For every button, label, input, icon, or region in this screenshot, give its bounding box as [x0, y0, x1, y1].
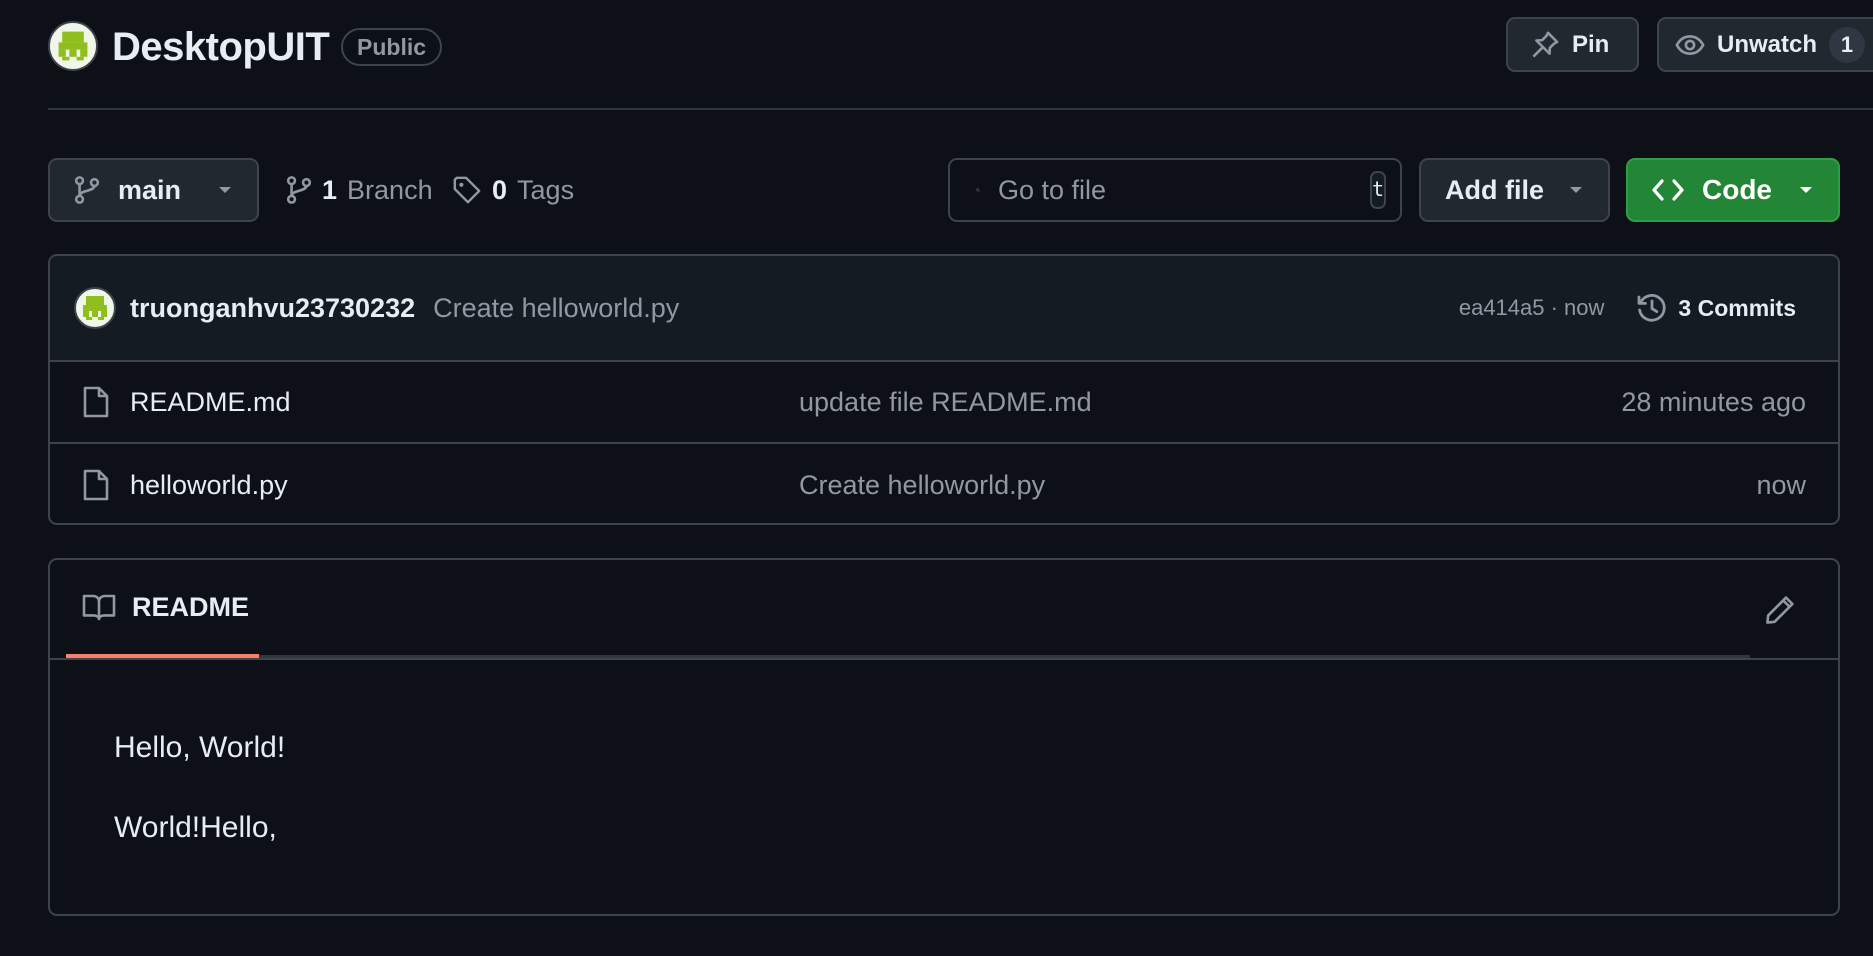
- visibility-badge: Public: [341, 28, 443, 66]
- commit-author-avatar[interactable]: [74, 287, 116, 329]
- tag-icon: [453, 176, 481, 204]
- latest-commit-row: truonganhvu23730232 Create helloworld.py…: [50, 256, 1838, 362]
- file-name[interactable]: helloworld.py: [130, 470, 288, 501]
- readme-panel: README Hello, World! World!Hello,: [48, 558, 1840, 916]
- code-button[interactable]: Code: [1626, 158, 1840, 222]
- identicon-icon: [83, 296, 107, 320]
- code-icon: [1652, 179, 1684, 201]
- add-file-button[interactable]: Add file: [1419, 158, 1610, 222]
- commit-hash-time[interactable]: ea414a5 · now: [1459, 295, 1605, 321]
- go-to-file-search[interactable]: t: [948, 158, 1402, 222]
- book-icon: [82, 594, 116, 621]
- file-commit-message[interactable]: Create helloworld.py: [799, 470, 1045, 501]
- pin-icon: [1532, 31, 1559, 58]
- readme-content: Hello, World! World!Hello,: [50, 660, 1838, 846]
- branch-count: 1: [322, 174, 338, 205]
- commit-message[interactable]: Create helloworld.py: [433, 293, 679, 324]
- tags-link[interactable]: 0 Tags: [452, 170, 574, 210]
- file-commit-message[interactable]: update file README.md: [799, 387, 1092, 418]
- repo-owner-avatar[interactable]: [48, 21, 98, 71]
- file-row[interactable]: helloworld.py Create helloworld.py now: [50, 444, 1838, 523]
- branch-label: Branch: [347, 174, 433, 205]
- add-file-label: Add file: [1445, 174, 1544, 205]
- readme-tabbar: README: [50, 560, 1838, 660]
- current-branch-name: main: [118, 174, 182, 205]
- file-icon: [83, 469, 109, 501]
- tag-label: Tags: [517, 174, 575, 205]
- watch-count: 1: [1829, 26, 1866, 63]
- go-to-file-input[interactable]: [997, 174, 1352, 206]
- chevron-down-icon: [1800, 187, 1812, 193]
- readme-tab-label: README: [132, 591, 250, 622]
- pencil-icon[interactable]: [1764, 594, 1796, 626]
- commits-count-label: 3 Commits: [1678, 294, 1796, 321]
- file-row[interactable]: README.md update file README.md 28 minut…: [50, 362, 1838, 444]
- unwatch-button[interactable]: Unwatch 1: [1657, 17, 1873, 72]
- git-branch-icon: [74, 176, 100, 204]
- history-icon: [1638, 294, 1667, 322]
- pin-button[interactable]: Pin: [1506, 17, 1639, 72]
- repo-name[interactable]: DesktopUIT: [112, 25, 330, 70]
- shortcut-key: t: [1369, 171, 1386, 209]
- file-icon: [83, 386, 109, 418]
- branches-link[interactable]: 1 Branch: [286, 170, 433, 210]
- tab-divider: [259, 655, 1750, 658]
- chevron-down-icon: [219, 187, 231, 193]
- eye-icon: [1675, 34, 1705, 55]
- search-icon: [976, 188, 980, 192]
- file-list: truonganhvu23730232 Create helloworld.py…: [48, 254, 1840, 525]
- commits-history-link[interactable]: 3 Commits: [1636, 292, 1814, 324]
- commit-author[interactable]: truonganhvu23730232: [130, 293, 415, 324]
- chevron-down-icon: [1570, 187, 1582, 193]
- tab-readme[interactable]: README: [66, 560, 259, 658]
- pin-label: Pin: [1572, 30, 1610, 58]
- repo-header: DesktopUIT Public Pin Unwatch 1: [48, 0, 1873, 110]
- readme-paragraph: World!Hello,: [114, 811, 277, 844]
- unwatch-label: Unwatch: [1717, 30, 1818, 58]
- file-updated-time: 28 minutes ago: [1621, 386, 1806, 417]
- code-label: Code: [1702, 174, 1772, 205]
- tag-count: 0: [492, 174, 508, 205]
- file-updated-time: now: [1756, 469, 1806, 500]
- identicon-icon: [58, 31, 88, 61]
- file-name[interactable]: README.md: [130, 387, 291, 418]
- branch-selector[interactable]: main: [48, 158, 259, 222]
- git-branch-icon: [286, 176, 312, 204]
- readme-paragraph: Hello, World!: [114, 731, 286, 764]
